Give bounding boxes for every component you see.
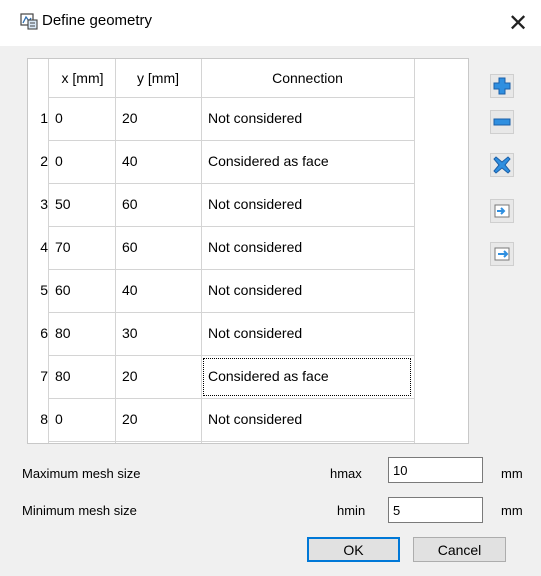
cell-x[interactable]: 80 [48,357,115,395]
insert-before-icon [494,204,510,218]
focused-cell-outline [203,358,411,396]
delete-icon [493,156,511,174]
cell-y[interactable]: 60 [115,185,201,223]
cell-y[interactable]: 40 [115,271,201,309]
cell-y[interactable]: 40 [115,142,201,180]
row-number: 2 [40,153,48,169]
ok-button[interactable]: OK [307,537,400,562]
row-number: 3 [40,196,48,212]
geometry-table: x [mm] y [mm] Connection 1 0 20 Not conside… [27,58,469,444]
cell-connection[interactable]: Considered as face [201,142,414,180]
cell-x[interactable]: 60 [48,271,115,309]
row-number: 6 [40,325,48,341]
hmin-unit: mm [501,503,523,518]
cell-connection[interactable]: Not considered [201,185,414,223]
cell-x[interactable]: 0 [48,99,115,137]
insert-after-button[interactable] [490,242,514,266]
cell-y[interactable]: 20 [115,99,201,137]
title-bar: Define geometry ✕ [0,0,541,46]
insert-before-button[interactable] [490,199,514,223]
cell-y[interactable]: 20 [115,400,201,438]
close-button[interactable]: ✕ [495,0,541,46]
plus-icon [493,77,511,95]
header-y: y [mm] [137,70,179,86]
cell-x[interactable]: 50 [48,185,115,223]
hmax-label: hmax [330,466,362,481]
window-title: Define geometry [42,12,153,29]
cell-y[interactable]: 30 [115,314,201,352]
cancel-button[interactable]: Cancel [413,537,506,562]
header-x: x [mm] [61,70,104,86]
add-row-button[interactable] [490,74,514,98]
cell-x[interactable]: 0 [48,142,115,180]
cell-y[interactable]: 20 [115,357,201,395]
row-number: 1 [40,110,48,126]
remove-row-button[interactable] [490,110,514,134]
cell-connection[interactable]: Not considered [201,400,414,438]
cell-connection[interactable]: Not considered [201,314,414,352]
cell-y[interactable]: 60 [115,228,201,266]
app-icon [20,13,38,30]
min-mesh-label: Minimum mesh size [22,503,137,518]
cell-connection[interactable]: Not considered [201,271,414,309]
cell-x[interactable]: 0 [48,400,115,438]
insert-after-icon [494,247,510,261]
hmax-unit: mm [501,466,523,481]
header-connection: Connection [272,70,343,86]
row-number: 7 [40,368,48,384]
delete-all-button[interactable] [490,153,514,177]
cell-connection[interactable]: Not considered [201,228,414,266]
close-icon: ✕ [507,9,529,37]
max-mesh-label: Maximum mesh size [22,466,141,481]
cell-x[interactable]: 70 [48,228,115,266]
hmax-input[interactable] [388,457,483,483]
row-number: 4 [40,239,48,255]
cell-connection[interactable]: Not considered [201,99,414,137]
row-number: 5 [40,282,48,298]
row-number: 8 [40,411,48,427]
cell-x[interactable]: 80 [48,314,115,352]
minus-icon [493,118,511,126]
hmin-label: hmin [337,503,366,518]
hmin-input[interactable] [388,497,483,523]
